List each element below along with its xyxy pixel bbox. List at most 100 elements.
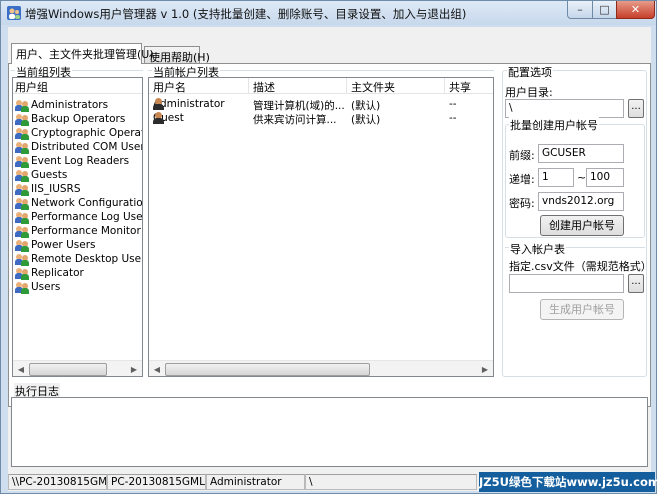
group-list-item[interactable]: Power Users <box>15 238 96 252</box>
tab-user-folder-management[interactable]: 用户、主文件夹批理管理(U) <box>11 43 154 64</box>
account-home: (默认) <box>351 114 381 126</box>
accounts-column-headers: 用户名 描述 主文件夹 共享 <box>149 78 493 94</box>
user-group-icon <box>15 281 29 294</box>
group-list-item[interactable]: IIS_IUSRS <box>15 182 81 196</box>
group-name: Network Configuration Ope <box>31 197 143 209</box>
increment-to-input[interactable]: 100 <box>586 168 624 187</box>
user-group-icon <box>15 183 29 196</box>
account-desc: 供来宾访问计算... <box>253 114 337 126</box>
group-list-item[interactable]: Event Log Readers <box>15 154 129 168</box>
status-computer-name: PC-20130815GMLK <box>107 474 206 490</box>
home-dir-browse-button[interactable]: ... <box>628 99 644 118</box>
group-name: Guests <box>31 169 68 181</box>
scroll-right-icon[interactable]: ▶ <box>127 363 141 376</box>
col-header-description[interactable]: 描述 <box>249 78 347 94</box>
groups-hscrollbar[interactable]: ◀ ▶ <box>13 360 142 376</box>
user-group-icon <box>15 267 29 280</box>
status-directory: \ <box>305 474 477 490</box>
home-dir-input[interactable]: \ <box>505 99 624 118</box>
account-share: -- <box>449 98 457 110</box>
prefix-label: 前缀: <box>509 149 535 162</box>
user-group-icon <box>15 99 29 112</box>
account-username: Guest <box>153 112 250 124</box>
range-separator: ~ <box>577 171 587 184</box>
generate-accounts-button[interactable]: 生成用户帐号 <box>540 299 624 320</box>
group-list-item[interactable]: Administrators <box>15 98 108 112</box>
user-group-icon <box>15 113 29 126</box>
increment-from-input[interactable]: 1 <box>538 168 574 187</box>
group-list-item[interactable]: Network Configuration Ope <box>15 196 143 210</box>
group-name: Performance Log Users <box>31 211 143 223</box>
csv-file-input[interactable] <box>509 274 624 293</box>
group-list-item[interactable]: Cryptographic Operators <box>15 126 142 140</box>
accounts-hscrollbar[interactable]: ◀ ▶ <box>149 360 493 376</box>
tab-panel: 当前组列表 用户组 Administrators Backup Operators… <box>8 63 652 407</box>
group-name: Cryptographic Operators <box>31 127 142 139</box>
prefix-input[interactable]: GCUSER <box>538 144 624 163</box>
watermark-banner: JZ5U绿色下载站www.jz5u.com <box>479 472 657 492</box>
col-header-home-folder[interactable]: 主文件夹 <box>347 78 445 94</box>
group-list-item[interactable]: Guests <box>15 168 67 182</box>
status-current-user: Administrator <box>206 474 305 490</box>
status-unc-path: \\PC-20130815GMLK <box>8 474 107 490</box>
group-list-item[interactable]: Performance Log Users <box>15 210 143 224</box>
scroll-right-icon[interactable]: ▶ <box>478 363 492 376</box>
scroll-thumb[interactable] <box>29 363 107 376</box>
app-icon <box>7 6 21 20</box>
user-group-icon <box>15 197 29 210</box>
user-group-icon <box>15 239 29 252</box>
col-header-share[interactable]: 共享 <box>445 78 493 94</box>
groups-column-header[interactable]: 用户组 <box>13 78 142 94</box>
group-name: Backup Operators <box>31 113 126 125</box>
group-list-item[interactable]: Users <box>15 280 60 294</box>
log-textarea[interactable] <box>11 397 648 467</box>
password-input[interactable]: vnds2012.org <box>538 192 624 211</box>
increment-label: 递增: <box>509 173 535 186</box>
app-window: 增强Windows用户管理器 v 1.0 (支持批量创建、删除账号、目录设置、加… <box>0 0 657 494</box>
account-home: (默认) <box>351 100 381 112</box>
group-name: Power Users <box>31 239 96 251</box>
user-group-icon <box>15 253 29 266</box>
account-desc: 管理计算机(域)的... <box>253 100 345 112</box>
account-username: Administrator <box>153 98 250 110</box>
group-list-item[interactable]: Remote Desktop Users <box>15 252 143 266</box>
scroll-left-icon[interactable]: ◀ <box>150 363 164 376</box>
group-name: Administrators <box>31 99 109 111</box>
group-name: Replicator <box>31 267 84 279</box>
group-list-item[interactable]: Distributed COM Users <box>15 140 143 154</box>
account-share: -- <box>449 112 457 124</box>
options-title: 配置选项 <box>507 64 553 80</box>
group-list-item[interactable]: Backup Operators <box>15 112 125 126</box>
password-label: 密码: <box>509 197 535 210</box>
home-dir-label: 用户目录: <box>505 86 553 99</box>
group-name: Performance Monitor Users <box>31 225 142 237</box>
window-title: 增强Windows用户管理器 v 1.0 (支持批量创建、删除账号、目录设置、加… <box>25 7 467 21</box>
csv-file-label: 指定.csv文件（需规范格式） <box>509 260 652 273</box>
account-row[interactable]: Administrator 管理计算机(域)的... (默认) -- <box>150 98 493 112</box>
group-name: Event Log Readers <box>31 155 130 167</box>
groups-listbox[interactable]: 用户组 Administrators Backup Operators Crypto… <box>12 77 143 377</box>
scroll-thumb[interactable] <box>165 363 370 376</box>
account-row[interactable]: Guest 供来宾访问计算... (默认) -- <box>150 112 493 126</box>
user-group-icon <box>15 169 29 182</box>
user-icon <box>153 98 164 110</box>
title-bar[interactable]: 增强Windows用户管理器 v 1.0 (支持批量创建、删除账号、目录设置、加… <box>1 1 656 25</box>
group-name: Users <box>31 281 61 293</box>
group-name: Distributed COM Users <box>31 141 143 153</box>
csv-browse-button[interactable]: ... <box>628 274 644 293</box>
group-name: IIS_IUSRS <box>31 183 81 195</box>
close-button[interactable]: ✕ <box>616 1 655 19</box>
user-group-icon <box>15 127 29 140</box>
import-title: 导入帐户表 <box>509 241 566 257</box>
accounts-listview[interactable]: 用户名 描述 主文件夹 共享 Administrator 管理计算机(域)的...… <box>148 77 494 377</box>
col-header-username[interactable]: 用户名 <box>149 78 249 94</box>
user-group-icon <box>15 211 29 224</box>
group-list-item[interactable]: Replicator <box>15 266 84 280</box>
group-list-item[interactable]: Performance Monitor Users <box>15 224 142 238</box>
scroll-left-icon[interactable]: ◀ <box>14 363 28 376</box>
group-name: Remote Desktop Users <box>31 253 143 265</box>
user-icon <box>153 112 164 124</box>
maximize-button[interactable]: □ <box>592 1 617 19</box>
minimize-button[interactable]: – <box>567 1 593 19</box>
create-accounts-button[interactable]: 创建用户帐号 <box>540 215 624 236</box>
